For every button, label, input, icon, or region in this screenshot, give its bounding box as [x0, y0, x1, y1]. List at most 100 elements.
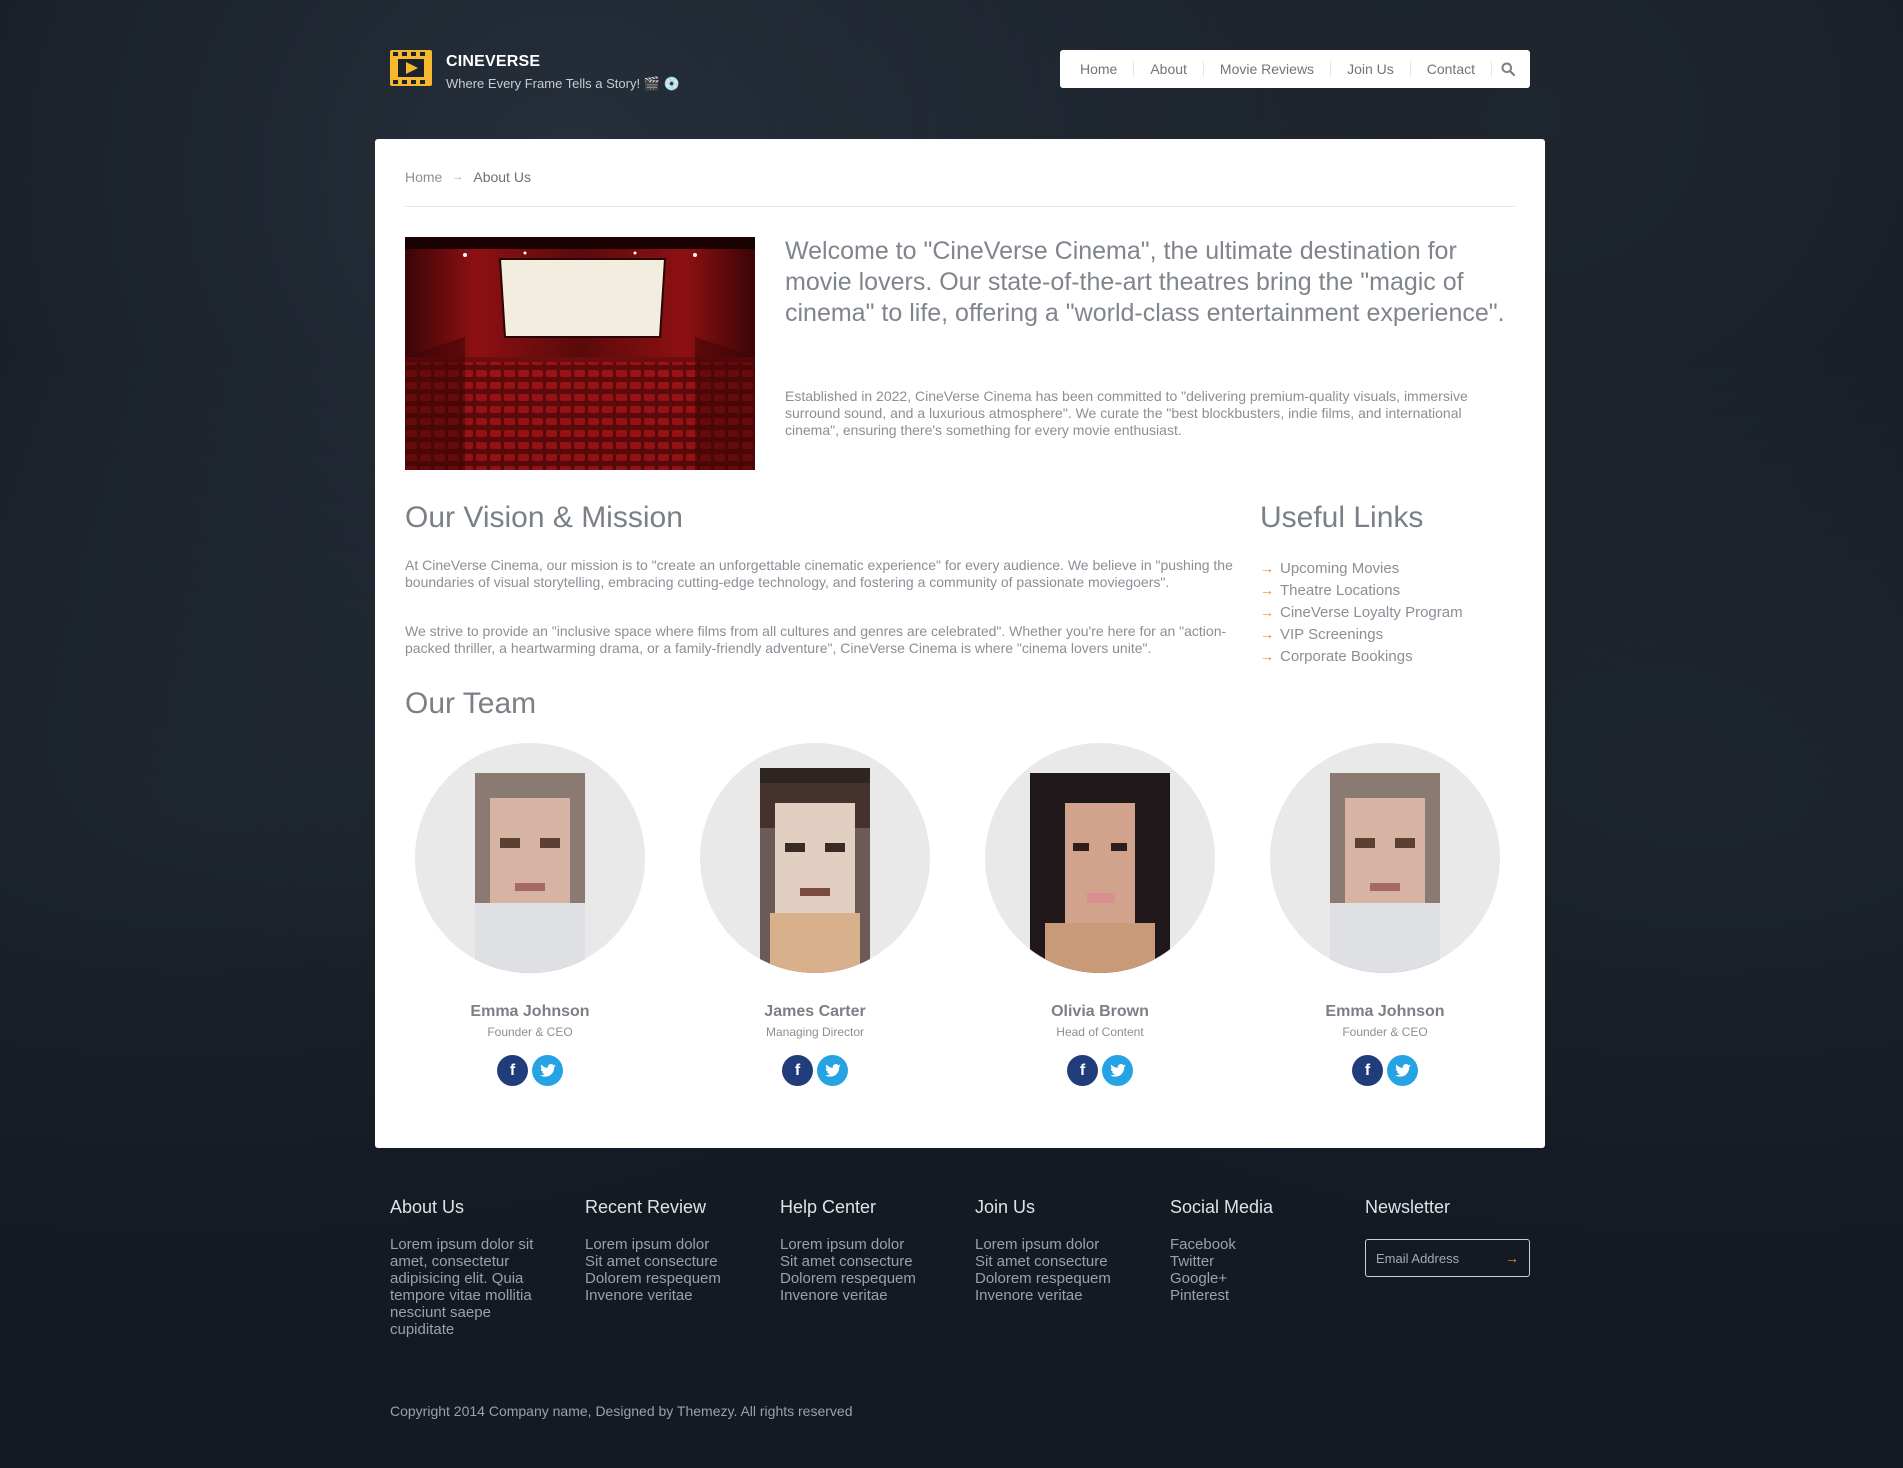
film-reel-icon — [390, 50, 432, 86]
footer-link[interactable]: Lorem ipsum dolor — [585, 1236, 755, 1253]
arrow-right-icon: → — [1260, 582, 1274, 598]
site-tagline: Where Every Frame Tells a Story! 🎬 💿 — [446, 76, 680, 91]
team-member-card: Emma Johnson Founder & CEO f — [405, 743, 655, 1086]
footer-link[interactable]: Sit amet consecture — [585, 1253, 755, 1270]
vision-paragraph-2: We strive to provide an "inclusive space… — [405, 623, 1227, 656]
footer-text: tempore vitae mollitia — [390, 1287, 532, 1304]
useful-link[interactable]: → Upcoming Movies — [1260, 557, 1463, 579]
footer-heading: About Us — [390, 1197, 465, 1217]
footer-column-about: About Us Lorem ipsum dolor sit amet, con… — [390, 1197, 560, 1338]
useful-link[interactable]: → CineVerse Loyalty Program — [1260, 601, 1463, 623]
footer-heading: Recent Review — [585, 1197, 707, 1217]
nav-contact[interactable]: Contact — [1411, 61, 1492, 77]
footer-heading: Join Us — [975, 1197, 1036, 1217]
arrow-right-icon: → — [1260, 560, 1274, 576]
footer-text: adipisicing elit. Quia — [390, 1270, 524, 1287]
copyright: Copyright 2014 Company name, Designed by… — [390, 1403, 853, 1419]
footer-link[interactable]: Invenore veritae — [780, 1287, 950, 1304]
member-name: Olivia Brown — [1051, 1003, 1149, 1020]
nav-about[interactable]: About — [1134, 61, 1204, 77]
footer-link[interactable]: Invenore veritae — [585, 1287, 755, 1304]
divider — [405, 206, 1515, 207]
intro-body: Established in 2022, CineVerse Cinema ha… — [785, 388, 1468, 438]
site-header: CINEVERSE Where Every Frame Tells a Stor… — [390, 50, 1530, 92]
facebook-icon[interactable]: f — [497, 1055, 528, 1086]
main-nav: Home About Movie Reviews Join Us Contact — [1059, 50, 1530, 88]
arrow-right-icon: → — [1260, 626, 1274, 642]
useful-link[interactable]: → VIP Screenings — [1260, 623, 1463, 645]
twitter-icon[interactable] — [532, 1055, 563, 1086]
breadcrumb-home[interactable]: Home — [405, 169, 442, 185]
newsletter-form: → — [1365, 1239, 1530, 1277]
footer-link[interactable]: Lorem ipsum dolor — [780, 1236, 950, 1253]
member-name: Emma Johnson — [1325, 1003, 1445, 1020]
member-role: Founder & CEO — [487, 1025, 573, 1039]
email-field[interactable] — [1376, 1250, 1496, 1266]
footer-text: amet, consectetur — [390, 1253, 510, 1270]
breadcrumb: Home → About Us — [405, 169, 531, 185]
arrow-right-icon: → — [1260, 648, 1274, 664]
avatar — [700, 743, 930, 973]
footer-heading: Social Media — [1170, 1197, 1274, 1217]
site-title: CINEVERSE — [446, 53, 541, 70]
member-name: James Carter — [764, 1003, 866, 1020]
vision-title: Our Vision & Mission — [405, 501, 683, 534]
footer-link[interactable]: Lorem ipsum dolor — [975, 1236, 1145, 1253]
vision-paragraph-1: At CineVerse Cinema, our mission is to "… — [405, 557, 1233, 590]
member-name: Emma Johnson — [470, 1003, 590, 1020]
search-button[interactable] — [1492, 50, 1524, 88]
footer-link[interactable]: Dolorem respequem — [585, 1270, 755, 1287]
footer-link-googleplus[interactable]: Google+ — [1170, 1270, 1340, 1287]
twitter-icon[interactable] — [1387, 1055, 1418, 1086]
team-member-card: James Carter Managing Director f — [690, 743, 940, 1086]
useful-link-label: Upcoming Movies — [1280, 559, 1400, 577]
content-panel: Home → About Us Welcome to "CineVerse Ci… — [375, 139, 1545, 1148]
facebook-icon[interactable]: f — [782, 1055, 813, 1086]
footer-link[interactable]: Dolorem respequem — [780, 1270, 950, 1287]
useful-links-title: Useful Links — [1260, 501, 1424, 534]
footer-link[interactable]: Sit amet consecture — [780, 1253, 950, 1270]
twitter-icon[interactable] — [1102, 1055, 1133, 1086]
avatar — [985, 743, 1215, 973]
arrow-right-icon: → — [1260, 604, 1274, 620]
footer-text: nesciunt saepe — [390, 1304, 491, 1321]
team-title: Our Team — [405, 687, 537, 720]
footer-link-twitter[interactable]: Twitter — [1170, 1253, 1340, 1270]
nav-movie-reviews[interactable]: Movie Reviews — [1204, 61, 1332, 77]
member-role: Founder & CEO — [1342, 1025, 1428, 1039]
arrow-right-icon[interactable]: → — [1505, 1250, 1519, 1266]
member-role: Managing Director — [765, 1025, 865, 1039]
footer-heading: Newsletter — [1365, 1197, 1451, 1217]
breadcrumb-current: About Us — [473, 169, 531, 185]
nav-home[interactable]: Home — [1064, 61, 1135, 77]
footer-column-recent-review: Recent Review Lorem ipsum dolor Sit amet… — [585, 1197, 755, 1304]
team-member-card: Emma Johnson Founder & CEO f — [1260, 743, 1510, 1086]
search-icon — [1501, 62, 1515, 76]
team-member-card: Olivia Brown Head of Content f — [975, 743, 1225, 1086]
footer-text: Lorem ipsum dolor sit — [390, 1236, 534, 1253]
footer-link-pinterest[interactable]: Pinterest — [1170, 1287, 1340, 1304]
footer-link-facebook[interactable]: Facebook — [1170, 1236, 1340, 1253]
footer-text: cupiditate — [390, 1321, 455, 1338]
useful-link[interactable]: → Corporate Bookings — [1260, 645, 1463, 667]
useful-links-list: → Upcoming Movies → Theatre Locations → Cin… — [1260, 557, 1463, 667]
site-logo[interactable]: CINEVERSE Where Every Frame Tells a Stor… — [390, 50, 680, 92]
footer-link[interactable]: Invenore veritae — [975, 1287, 1145, 1304]
facebook-icon[interactable]: f — [1067, 1055, 1098, 1086]
footer-column-newsletter: Newsletter — [1365, 1197, 1535, 1218]
avatar — [415, 743, 645, 973]
footer-column-social-media: Social Media Facebook Twitter Google+ Pi… — [1170, 1197, 1340, 1304]
nav-join-us[interactable]: Join Us — [1331, 61, 1411, 77]
footer-link[interactable]: Dolorem respequem — [975, 1270, 1145, 1287]
footer-heading: Help Center — [780, 1197, 877, 1217]
useful-link-label: Corporate Bookings — [1280, 647, 1413, 665]
useful-link[interactable]: → Theatre Locations — [1260, 579, 1463, 601]
facebook-icon[interactable]: f — [1352, 1055, 1383, 1086]
cinema-hall-image — [405, 237, 755, 470]
useful-link-label: Theatre Locations — [1280, 581, 1401, 599]
footer-column-join-us: Join Us Lorem ipsum dolor Sit amet conse… — [975, 1197, 1145, 1304]
twitter-icon[interactable] — [817, 1055, 848, 1086]
footer-link[interactable]: Sit amet consecture — [975, 1253, 1145, 1270]
footer-column-help-center: Help Center Lorem ipsum dolor Sit amet c… — [780, 1197, 950, 1304]
useful-link-label: CineVerse Loyalty Program — [1280, 603, 1463, 621]
